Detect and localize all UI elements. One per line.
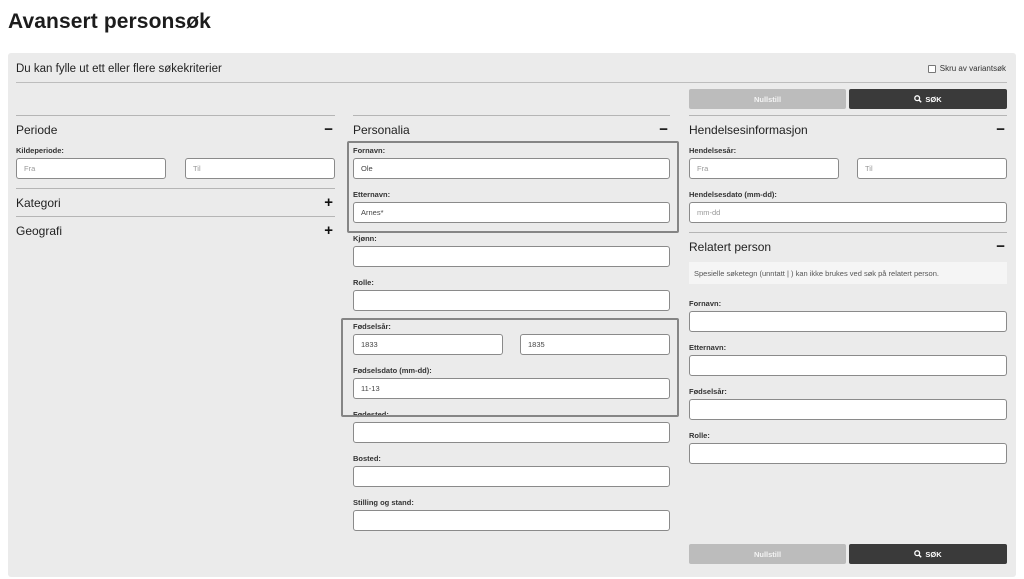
rolle-label: Rolle: [353, 278, 374, 287]
relatert-fodselsar-label: Fødselsår: [689, 387, 727, 396]
section-relatert-header[interactable]: Relatert person − [689, 232, 1007, 260]
hendelsesdato-input[interactable]: mm-dd [689, 202, 1007, 223]
kjonn-label: Kjønn: [353, 234, 377, 243]
collapse-icon[interactable]: − [996, 122, 1007, 137]
section-personalia-header[interactable]: Personalia − [353, 115, 670, 143]
reset-button-top[interactable]: Nullstill [689, 89, 846, 109]
relatert-hint: Spesielle søketegn (unntatt | ) kan ikke… [689, 262, 1007, 284]
section-kategori-title: Kategori [16, 195, 61, 210]
search-button-bottom[interactable]: SØK [849, 544, 1007, 564]
birth-fields-highlight [341, 318, 679, 417]
name-fields-highlight [347, 141, 679, 233]
search-icon [914, 550, 923, 558]
section-geografi-title: Geografi [16, 223, 63, 238]
section-hendelse-header[interactable]: Hendelsesinformasjon − [689, 115, 1007, 143]
search-icon [914, 95, 923, 103]
header-divider [16, 82, 1007, 83]
hendelsesar-to-input[interactable]: Til [857, 158, 1007, 179]
kildeperiode-from-placeholder: Fra [24, 164, 36, 173]
collapse-icon[interactable]: − [996, 239, 1007, 254]
collapse-icon[interactable]: − [659, 122, 670, 137]
fodested-input[interactable] [353, 422, 670, 443]
kildeperiode-to-input[interactable]: Til [185, 158, 335, 179]
page-title: Avansert personsøk [8, 10, 211, 33]
expand-icon[interactable]: + [324, 195, 335, 210]
relatert-etternavn-input[interactable] [689, 355, 1007, 376]
hendelsesar-to-placeholder: Til [865, 164, 873, 173]
variant-search-toggle[interactable]: Skru av variantsøk [927, 64, 1006, 73]
section-kategori-header[interactable]: Kategori + [16, 188, 335, 216]
relatert-fornavn-label: Fornavn: [689, 299, 722, 308]
relatert-fornavn-input[interactable] [689, 311, 1007, 332]
search-button-top-label: SØK [925, 94, 942, 104]
reset-button-bottom-label: Nullstill [753, 549, 782, 559]
variant-search-label: Skru av variantsøk [939, 64, 1006, 73]
hendelsesdato-label: Hendelsesdato (mm-dd): [689, 190, 777, 199]
hendelsesar-label: Hendelsesår: [689, 146, 737, 155]
search-button-top[interactable]: SØK [849, 89, 1007, 109]
relatert-fodselsar-input[interactable] [689, 399, 1007, 420]
collapse-icon[interactable]: − [324, 122, 335, 137]
stilling-input[interactable] [353, 510, 670, 531]
stilling-label: Stilling og stand: [353, 498, 414, 507]
kildeperiode-to-placeholder: Til [193, 164, 201, 173]
search-intro-text: Du kan fylle ut ett eller flere søkekrit… [16, 63, 222, 75]
hendelsesar-from-placeholder: Fra [697, 164, 709, 173]
search-button-bottom-label: SØK [925, 549, 942, 559]
section-periode-header[interactable]: Periode − [16, 115, 335, 143]
relatert-rolle-label: Rolle: [689, 431, 710, 440]
section-geografi-header[interactable]: Geografi + [16, 216, 335, 244]
relatert-rolle-input[interactable] [689, 443, 1007, 464]
expand-icon[interactable]: + [324, 223, 335, 238]
bosted-label: Bosted: [353, 454, 381, 463]
hendelsesar-from-input[interactable]: Fra [689, 158, 839, 179]
rolle-input[interactable] [353, 290, 670, 311]
section-relatert-title: Relatert person [689, 239, 772, 254]
reset-button-bottom[interactable]: Nullstill [689, 544, 846, 564]
search-panel: Du kan fylle ut ett eller flere søkekrit… [8, 53, 1016, 577]
kildeperiode-label: Kildeperiode: [16, 146, 64, 155]
section-hendelse-title: Hendelsesinformasjon [689, 122, 808, 137]
variant-search-checkbox[interactable] [927, 64, 936, 73]
kildeperiode-from-input[interactable]: Fra [16, 158, 166, 179]
section-periode-title: Periode [16, 122, 58, 137]
section-personalia-title: Personalia [353, 122, 410, 137]
hendelsesdato-placeholder: mm-dd [697, 208, 721, 217]
right-column: Hendelsesinformasjon − Hendelsesår: Fra … [689, 115, 1007, 472]
bosted-input[interactable] [353, 466, 670, 487]
relatert-etternavn-label: Etternavn: [689, 343, 727, 352]
left-column: Periode − Kildeperiode: Fra Til Kategori… [16, 115, 335, 244]
kjonn-input[interactable] [353, 246, 670, 267]
reset-button-top-label: Nullstill [753, 94, 782, 104]
